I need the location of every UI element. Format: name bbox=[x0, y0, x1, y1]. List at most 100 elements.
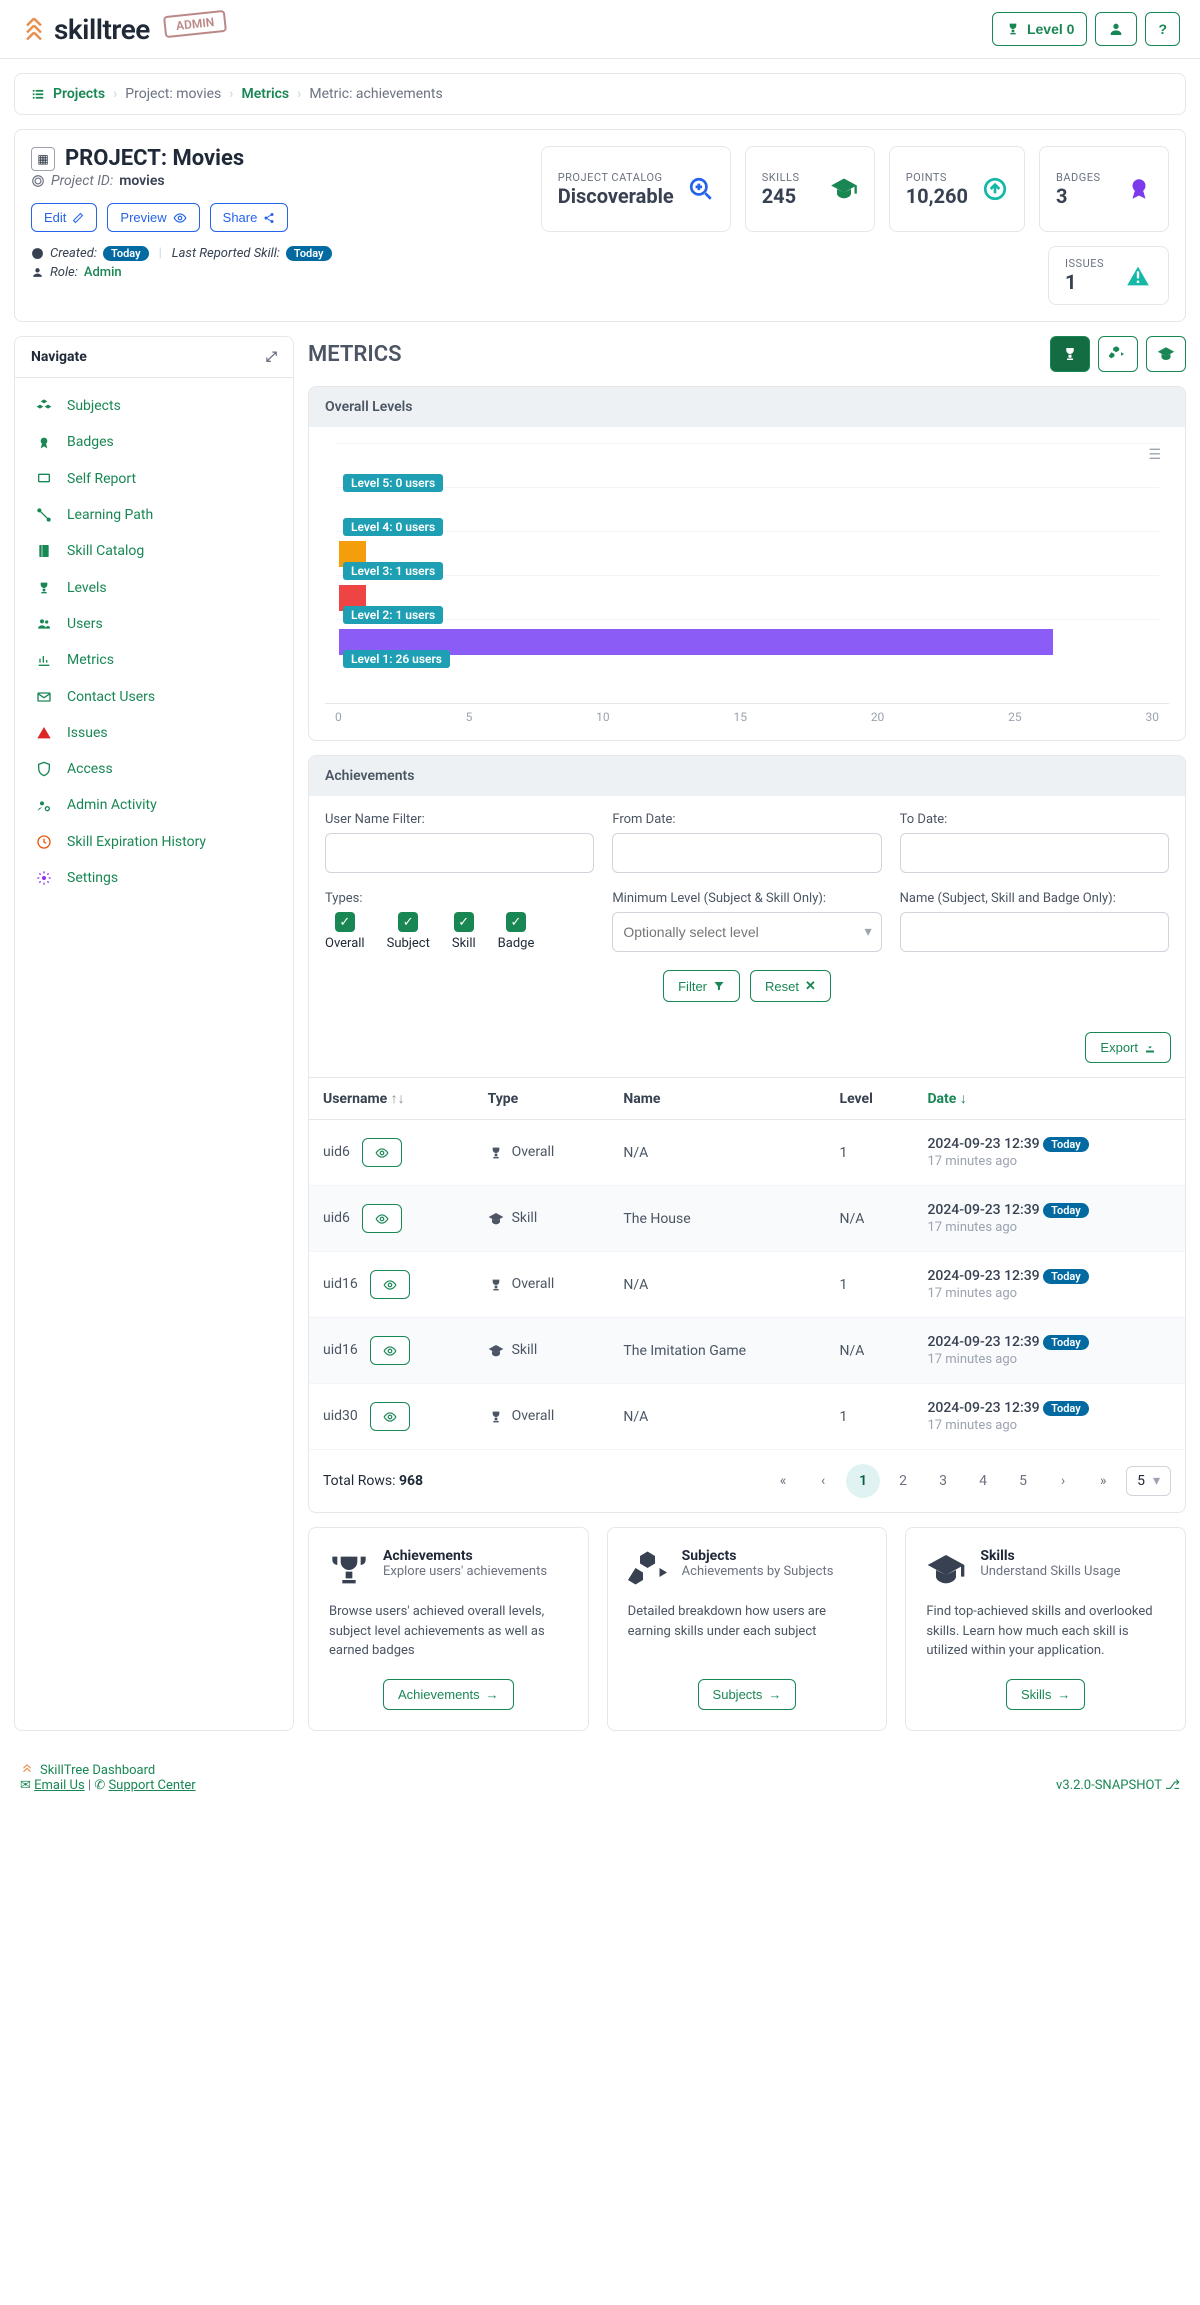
page-3[interactable]: 3 bbox=[926, 1464, 960, 1498]
list-icon bbox=[31, 87, 45, 101]
page-1[interactable]: 1 bbox=[846, 1464, 880, 1498]
view-user-button[interactable] bbox=[362, 1138, 402, 1167]
overall-levels-title: Overall Levels bbox=[309, 387, 1185, 427]
chart-bar-row: Level 5: 0 users bbox=[335, 443, 1159, 487]
filter-button[interactable]: Filter bbox=[663, 970, 740, 1002]
graduation-icon bbox=[1157, 345, 1175, 363]
sidebar-item-users[interactable]: Users bbox=[15, 606, 293, 642]
chevron-right-icon: › bbox=[297, 86, 301, 102]
page-size-select[interactable]: 5 ▾ bbox=[1126, 1466, 1171, 1496]
nav-label: Access bbox=[67, 761, 113, 777]
view-user-button[interactable] bbox=[362, 1204, 402, 1233]
sort-desc-icon: ↓ bbox=[960, 1091, 967, 1107]
sidebar-item-metrics[interactable]: Metrics bbox=[15, 642, 293, 678]
checkmark-icon: ✓ bbox=[454, 912, 474, 932]
type-checkbox-subject[interactable]: ✓Subject bbox=[387, 912, 430, 951]
table-row: uid16OverallN/A12024-09-23 12:39 Today17… bbox=[309, 1252, 1185, 1318]
cell-user: uid16 bbox=[323, 1276, 358, 1292]
sidebar-item-admin-activity[interactable]: Admin Activity bbox=[15, 787, 293, 823]
username-filter-input[interactable] bbox=[325, 833, 594, 873]
col-type[interactable]: Type bbox=[474, 1078, 610, 1120]
user-button[interactable] bbox=[1095, 12, 1137, 46]
level-button[interactable]: Level 0 bbox=[992, 12, 1087, 46]
col-level[interactable]: Level bbox=[826, 1078, 914, 1120]
brand-name: skilltree bbox=[54, 13, 150, 46]
name-filter-input[interactable] bbox=[900, 912, 1169, 952]
eye-icon bbox=[375, 1146, 389, 1160]
export-button[interactable]: Export bbox=[1085, 1032, 1171, 1063]
card-button-skills[interactable]: Skills → bbox=[1006, 1679, 1085, 1710]
page-4[interactable]: 4 bbox=[966, 1464, 1000, 1498]
email-link[interactable]: Email Us bbox=[34, 1778, 85, 1793]
name-filter-label: Name (Subject, Skill and Badge Only): bbox=[900, 891, 1169, 906]
brand-logo[interactable]: skilltree ADMIN bbox=[20, 13, 226, 46]
sidebar-item-access[interactable]: Access bbox=[15, 751, 293, 787]
table-row: uid6OverallN/A12024-09-23 12:39 Today17 … bbox=[309, 1120, 1185, 1186]
page-prev[interactable]: ‹ bbox=[806, 1464, 840, 1498]
col-date[interactable]: Date ↓ bbox=[913, 1078, 1185, 1120]
nav-label: Metrics bbox=[67, 652, 114, 668]
tab-achievements[interactable] bbox=[1050, 336, 1090, 372]
help-button[interactable]: ? bbox=[1145, 12, 1180, 46]
book-icon bbox=[35, 543, 53, 559]
sidebar-item-levels[interactable]: Levels bbox=[15, 569, 293, 605]
lastrep-value: Today bbox=[286, 246, 332, 261]
page-prev[interactable]: « bbox=[766, 1464, 800, 1498]
page-2[interactable]: 2 bbox=[886, 1464, 920, 1498]
sidebar-item-subjects[interactable]: Subjects bbox=[15, 388, 293, 424]
view-user-button[interactable] bbox=[370, 1402, 410, 1431]
cell-user: uid16 bbox=[323, 1342, 358, 1358]
type-checkbox-overall[interactable]: ✓Overall bbox=[325, 912, 365, 951]
sidebar-item-contact-users[interactable]: Contact Users bbox=[15, 678, 293, 714]
support-link[interactable]: Support Center bbox=[108, 1778, 195, 1793]
card-title: Skills bbox=[980, 1548, 1120, 1564]
chart-bar-label: Level 5: 0 users bbox=[343, 474, 443, 492]
edit-button[interactable]: Edit bbox=[31, 203, 97, 232]
role-value: Admin bbox=[84, 265, 122, 280]
from-date-input[interactable] bbox=[612, 833, 881, 873]
to-date-input[interactable] bbox=[900, 833, 1169, 873]
type-checkbox-skill[interactable]: ✓Skill bbox=[452, 912, 476, 951]
branch-icon: ⎇ bbox=[1165, 1778, 1180, 1793]
page-next[interactable]: › bbox=[1046, 1464, 1080, 1498]
expand-icon[interactable]: ⤢ bbox=[266, 349, 277, 365]
view-user-button[interactable] bbox=[370, 1336, 410, 1365]
chart-icon bbox=[35, 652, 53, 668]
col-name[interactable]: Name bbox=[609, 1078, 825, 1120]
sidebar-item-settings[interactable]: Settings bbox=[15, 860, 293, 896]
col-username[interactable]: Username ↑↓ bbox=[309, 1078, 474, 1120]
chart-tick: 30 bbox=[1145, 710, 1159, 724]
breadcrumb-projects[interactable]: Projects bbox=[53, 86, 105, 102]
preview-button[interactable]: Preview bbox=[107, 203, 199, 232]
cell-type: Skill bbox=[512, 1210, 538, 1226]
view-user-button[interactable] bbox=[370, 1270, 410, 1299]
breadcrumb-metrics[interactable]: Metrics bbox=[241, 86, 289, 102]
chart-bar-row: Level 3: 1 users bbox=[335, 531, 1159, 575]
info-card-subjects: SubjectsAchievements by SubjectsDetailed… bbox=[607, 1527, 888, 1731]
page-5[interactable]: 5 bbox=[1006, 1464, 1040, 1498]
reset-button[interactable]: Reset ✕ bbox=[750, 970, 831, 1002]
page-next[interactable]: » bbox=[1086, 1464, 1120, 1498]
tab-subjects[interactable] bbox=[1098, 336, 1138, 372]
arrow-right-icon: → bbox=[486, 1687, 499, 1702]
tab-skills[interactable] bbox=[1146, 336, 1186, 372]
eye-icon bbox=[383, 1410, 397, 1424]
stat-badges: BADGES3 bbox=[1039, 146, 1169, 232]
type-checkbox-badge[interactable]: ✓Badge bbox=[498, 912, 535, 951]
sidebar-item-issues[interactable]: Issues bbox=[15, 715, 293, 751]
card-button-achievements[interactable]: Achievements → bbox=[383, 1679, 514, 1710]
sidebar-item-skill-expiration-history[interactable]: Skill Expiration History bbox=[15, 824, 293, 860]
card-button-subjects[interactable]: Subjects → bbox=[698, 1679, 797, 1710]
minlevel-select[interactable] bbox=[612, 912, 881, 952]
sidebar-item-badges[interactable]: Badges bbox=[15, 424, 293, 460]
stat-skills: SKILLS245 bbox=[745, 146, 875, 232]
sidebar-item-skill-catalog[interactable]: Skill Catalog bbox=[15, 533, 293, 569]
share-button[interactable]: Share bbox=[210, 203, 289, 232]
admin-stamp: ADMIN bbox=[163, 10, 227, 38]
project-title: PROJECT: Movies bbox=[65, 146, 244, 171]
sidebar-item-learning-path[interactable]: Learning Path bbox=[15, 497, 293, 533]
sidebar-item-self-report[interactable]: Self Report bbox=[15, 461, 293, 497]
chart-tick: 0 bbox=[335, 710, 342, 724]
cell-type: Skill bbox=[512, 1342, 538, 1358]
card-icon bbox=[329, 1548, 369, 1590]
